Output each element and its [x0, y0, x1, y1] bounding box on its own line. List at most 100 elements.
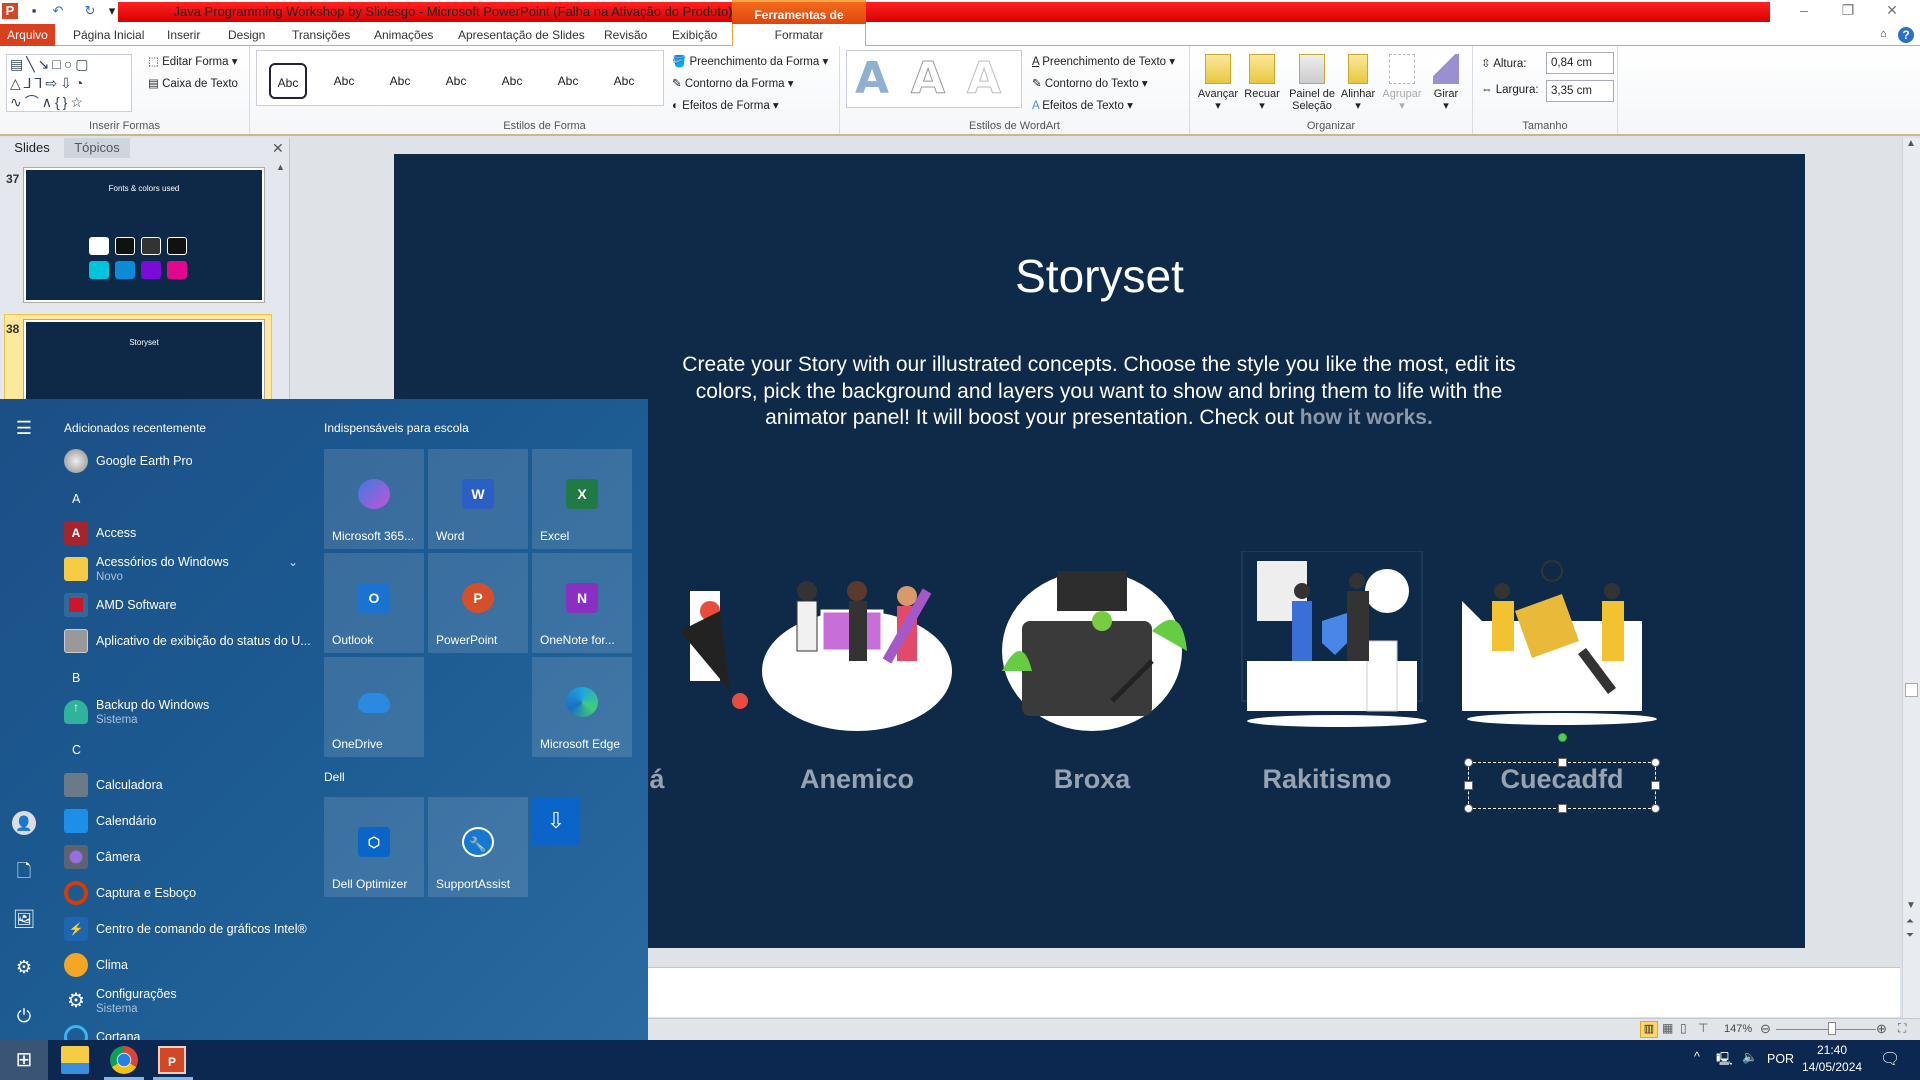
shape-effects-button[interactable]: ◐ Efeitos de Forma ▾: [672, 98, 779, 112]
tab-arquivo[interactable]: Arquivo: [0, 24, 55, 46]
tab-exibicao[interactable]: Exibição: [666, 24, 723, 46]
illustration-cuecadfd[interactable]: [1462, 551, 1662, 731]
resize-handle[interactable]: [1558, 758, 1567, 767]
selection-box[interactable]: [1464, 733, 1660, 813]
illustration-broxa[interactable]: [992, 551, 1192, 731]
app-captura-esboco[interactable]: Captura e Esboço: [64, 877, 304, 909]
scroll-down-icon[interactable]: ▼: [1906, 900, 1916, 911]
shape-style-option[interactable]: Abc: [381, 63, 419, 99]
app-backup-windows[interactable]: ↑ Backup do Windows Sistema: [64, 696, 304, 728]
width-input[interactable]: 3,35 cm: [1546, 80, 1614, 102]
shape-style-option[interactable]: Abc: [605, 63, 643, 99]
hamburger-menu-icon[interactable]: ☰: [12, 416, 36, 440]
app-clima[interactable]: Clima: [64, 949, 304, 981]
language-indicator[interactable]: POR: [1767, 1052, 1794, 1066]
vertical-scrollbar[interactable]: ▲ ▼ ⏶ ⏷: [1902, 138, 1920, 1018]
reading-view-icon[interactable]: ▯: [1680, 1021, 1687, 1035]
resize-handle[interactable]: [1651, 781, 1660, 790]
pictures-icon[interactable]: 🖼: [12, 907, 36, 931]
shapes-gallery[interactable]: ▤╲↘□○▢ △⅃⅂⇨⇩◔ ∿⌒∧{}☆: [6, 54, 132, 112]
volume-icon[interactable]: 🔈: [1742, 1050, 1758, 1065]
minimize-ribbon-icon[interactable]: ⌂: [1880, 28, 1887, 40]
previous-slide-icon[interactable]: ⏶: [1906, 916, 1914, 927]
tab-design[interactable]: Design: [222, 24, 271, 46]
notes-pane[interactable]: [648, 967, 1900, 1017]
close-button[interactable]: ✕: [1874, 2, 1910, 22]
rotate-button[interactable]: Girar ▾: [1424, 54, 1468, 112]
wordart-option[interactable]: A: [966, 53, 1001, 105]
wordart-option[interactable]: A: [855, 53, 889, 104]
tab-pagina-inicial[interactable]: Página Inicial: [67, 24, 150, 46]
text-effects-button[interactable]: A Efeitos de Texto ▾: [1032, 98, 1133, 112]
next-slide-icon[interactable]: ⏷: [1906, 930, 1914, 941]
tab-slides[interactable]: Slides: [0, 138, 64, 158]
slide-title[interactable]: Storyset: [394, 249, 1805, 303]
height-input[interactable]: 0,84 cm: [1546, 52, 1614, 74]
close-pane-icon[interactable]: ✕: [272, 140, 284, 157]
fit-to-window-icon[interactable]: ⛶: [1898, 1021, 1906, 1036]
shape-style-option[interactable]: Abc: [269, 63, 307, 99]
tab-formatar[interactable]: Formatar: [732, 24, 866, 47]
tile-onedrive[interactable]: OneDrive: [324, 657, 424, 757]
network-icon[interactable]: 🖳: [1716, 1050, 1733, 1071]
text-fill-button[interactable]: A Preenchimento de Texto ▾: [1032, 54, 1175, 68]
label-broxa[interactable]: Broxa: [972, 764, 1212, 795]
show-hidden-icons[interactable]: ^: [1694, 1050, 1700, 1064]
selection-pane-button[interactable]: Painel de Seleção: [1286, 54, 1338, 112]
label-anemico[interactable]: Anemico: [737, 764, 977, 795]
tab-animacoes[interactable]: Animações: [368, 24, 439, 46]
resize-handle[interactable]: [1651, 758, 1660, 767]
shape-style-option[interactable]: Abc: [437, 63, 475, 99]
send-backward-button[interactable]: Recuar ▾: [1240, 54, 1284, 112]
shape-style-option[interactable]: Abc: [549, 63, 587, 99]
scroll-up-icon[interactable]: ▲: [276, 162, 285, 172]
resize-handle[interactable]: [1558, 804, 1567, 813]
tab-transicoes[interactable]: Transições: [286, 24, 356, 46]
tile-outlook[interactable]: O Outlook: [324, 553, 424, 653]
rotate-handle[interactable]: [1558, 733, 1567, 742]
wordart-option[interactable]: A: [910, 53, 945, 105]
app-google-earth-pro[interactable]: Google Earth Pro: [64, 445, 304, 477]
resize-handle[interactable]: [1464, 758, 1473, 767]
resize-handle[interactable]: [1464, 804, 1473, 813]
notification-center-icon[interactable]: 🗨: [1880, 1049, 1900, 1069]
app-cortana[interactable]: Cortana: [64, 1021, 304, 1040]
help-icon[interactable]: ?: [1898, 27, 1914, 43]
tile-dell-optimizer[interactable]: ⬡ Dell Optimizer: [324, 797, 424, 897]
group-button[interactable]: Agrupar ▾: [1380, 54, 1424, 112]
shape-fill-button[interactable]: 🪣 Preenchimento da Forma ▾: [672, 54, 828, 68]
chevron-down-icon[interactable]: ⌄: [288, 555, 298, 569]
resize-handle[interactable]: [1651, 804, 1660, 813]
scroll-thumb[interactable]: [1905, 683, 1918, 697]
app-acessorios-windows[interactable]: Acessórios do Windows Novo ⌄: [64, 553, 304, 585]
resize-handle[interactable]: [1464, 781, 1473, 790]
text-outline-button[interactable]: ✎ Contorno do Texto ▾: [1032, 76, 1148, 90]
tile-microsoft-edge[interactable]: Microsoft Edge: [532, 657, 632, 757]
text-box-button[interactable]: ▤ Caixa de Texto: [148, 76, 238, 90]
start-button[interactable]: ⊞: [0, 1040, 48, 1080]
slide-body-text[interactable]: Create your Story with our illustrated c…: [664, 352, 1534, 432]
illustration-anemico[interactable]: [757, 551, 957, 731]
tile-powerpoint[interactable]: P PowerPoint: [428, 553, 528, 653]
edit-shape-button[interactable]: ⬚ Editar Forma ▾: [148, 54, 238, 68]
app-intel-graphics[interactable]: ⚡ Centro de comando de gráficos Intel®: [64, 913, 307, 945]
tile-onenote[interactable]: N OneNote for...: [532, 553, 632, 653]
powerpoint-taskbar-icon[interactable]: P: [158, 1046, 186, 1074]
tab-revisao[interactable]: Revisão: [598, 24, 653, 46]
user-avatar-icon[interactable]: 👤: [12, 811, 36, 835]
clock[interactable]: 21:40 14/05/2024: [1802, 1043, 1862, 1074]
zoom-out-icon[interactable]: ⊖: [1760, 1021, 1771, 1037]
scroll-up-icon[interactable]: ▲: [1906, 138, 1916, 149]
slide-sorter-icon[interactable]: ▦: [1662, 1021, 1673, 1035]
undo-icon[interactable]: ↶: [50, 3, 66, 19]
letter-header[interactable]: B: [72, 671, 80, 685]
slideshow-icon[interactable]: ⊤: [1698, 1021, 1708, 1035]
letter-header[interactable]: C: [72, 743, 81, 757]
normal-view-icon[interactable]: ▥: [1640, 1021, 1658, 1038]
tile-excel[interactable]: X Excel: [532, 449, 632, 549]
app-calendario[interactable]: Calendário: [64, 805, 304, 837]
file-explorer-icon[interactable]: [61, 1046, 89, 1074]
dell-update-tile-icon[interactable]: ⇩: [532, 797, 580, 845]
label-rakitismo[interactable]: Rakitismo: [1207, 764, 1447, 795]
tile-word[interactable]: W Word: [428, 449, 528, 549]
